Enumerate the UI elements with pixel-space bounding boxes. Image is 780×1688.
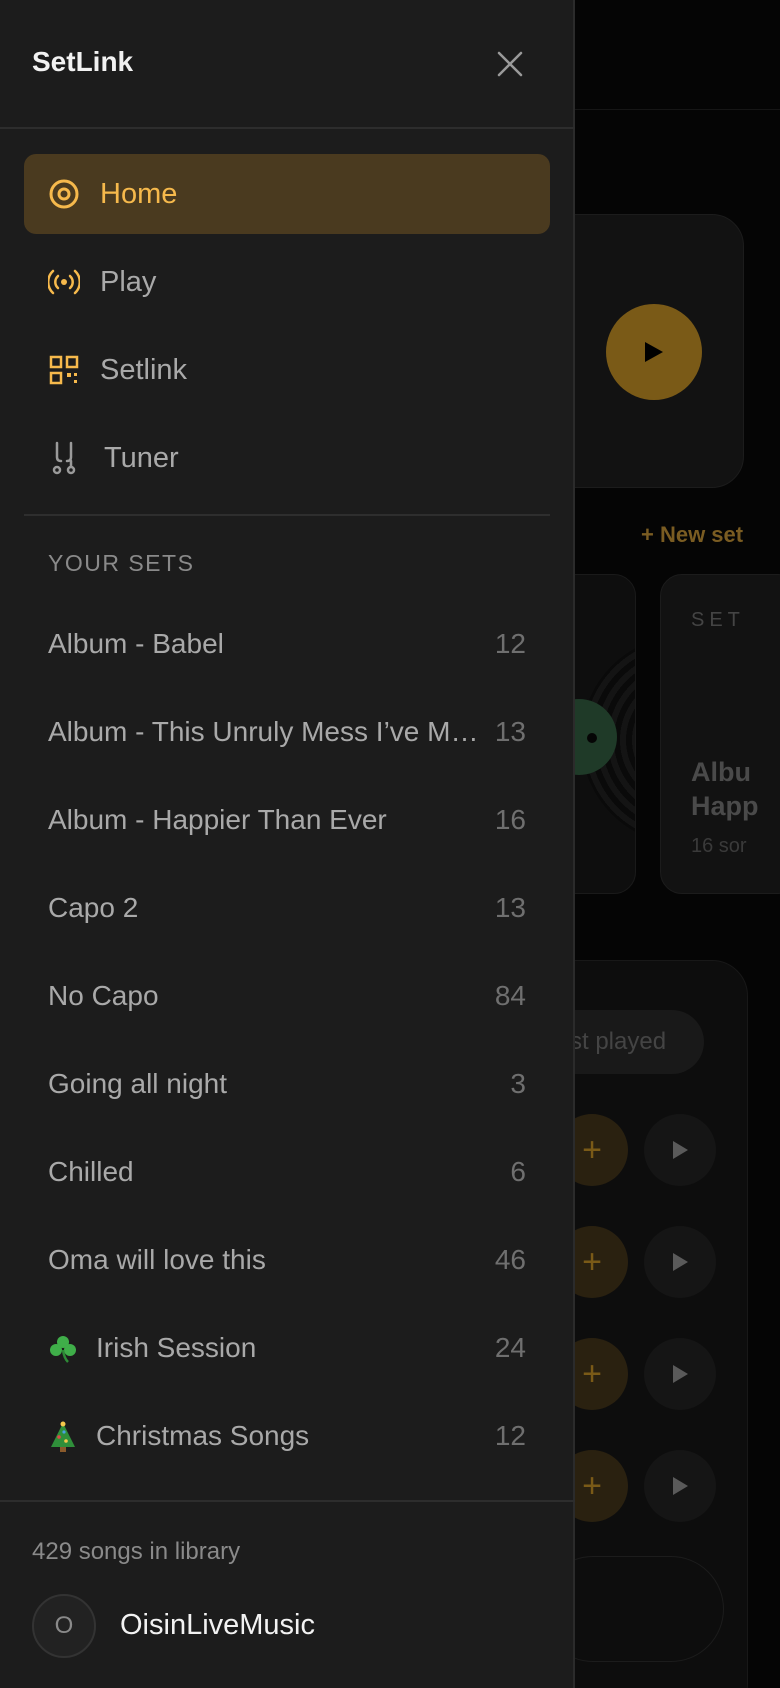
set-song-count: 3 <box>510 1068 526 1099</box>
christmas-tree-icon <box>46 1420 80 1454</box>
bg-play-icon <box>644 1114 716 1186</box>
close-button[interactable] <box>490 44 530 84</box>
set-name: No Capo <box>48 980 159 1011</box>
target-icon <box>46 176 82 212</box>
bg-play-icon <box>644 1226 716 1298</box>
set-name: Album - Happier Than Ever <box>48 804 387 835</box>
nav-item-label: Play <box>100 266 157 298</box>
set-song-count: 46 <box>494 1244 526 1275</box>
set-song-count: 16 <box>494 804 526 835</box>
bg-set-card: SET Albu Happ 16 sor <box>660 574 780 894</box>
set-name: Chilled <box>48 1156 134 1187</box>
set-item[interactable]: Capo 2 13 <box>24 864 550 952</box>
nav-item-tuner[interactable]: Tuner <box>24 418 550 498</box>
set-item[interactable]: Irish Session 24 <box>24 1304 550 1392</box>
set-item[interactable]: Oma will love this 46 <box>24 1216 550 1304</box>
nav-drawer: SetLink Home Play Setlink Tuner YOUR SET… <box>0 0 575 1688</box>
set-item[interactable]: No Capo 84 <box>24 952 550 1040</box>
app-title: SetLink <box>32 46 134 77</box>
bg-set-card-subtitle: 16 sor <box>691 835 747 857</box>
set-song-count: 6 <box>510 1156 526 1187</box>
nav-item-home[interactable]: Home <box>24 154 550 234</box>
bg-set-card-title: Albu Happ <box>691 757 759 821</box>
set-name: Capo 2 <box>48 892 139 923</box>
library-count: 429 songs in library <box>32 1538 241 1565</box>
nav-item-setlink[interactable]: Setlink <box>24 330 550 410</box>
set-item[interactable]: Christmas Songs 12 <box>24 1392 550 1480</box>
shamrock-icon <box>46 1332 80 1366</box>
bg-header-divider <box>575 109 780 110</box>
bg-play-button <box>606 304 702 400</box>
bg-new-set-link: + New set <box>641 522 744 547</box>
set-item[interactable]: Album - Babel 12 <box>24 600 550 688</box>
set-song-count: 84 <box>494 980 526 1011</box>
set-item[interactable]: Chilled 6 <box>24 1128 550 1216</box>
set-name: Oma will love this <box>48 1244 266 1275</box>
drawer-footer: 429 songs in library O OisinLiveMusic <box>0 1500 575 1688</box>
set-name: Album - This Unruly Mess I’ve Made <box>48 716 488 747</box>
your-sets-heading: YOUR SETS <box>48 550 195 576</box>
set-name: Album - Babel <box>48 628 224 659</box>
close-icon <box>497 51 523 77</box>
set-song-count: 13 <box>494 716 526 747</box>
nav-divider <box>24 514 550 516</box>
set-item[interactable]: Album - This Unruly Mess I’ve Made 13 <box>24 688 550 776</box>
nav-item-label: Home <box>100 178 178 210</box>
bg-play-icon <box>644 1450 716 1522</box>
drawer-header: SetLink <box>0 0 575 129</box>
nav-item-label: Tuner <box>104 442 179 474</box>
set-song-count: 12 <box>494 1420 526 1451</box>
username[interactable]: OisinLiveMusic <box>120 1609 315 1642</box>
set-name: Irish Session <box>96 1332 257 1363</box>
set-song-count: 24 <box>494 1332 526 1363</box>
broadcast-icon <box>46 264 82 300</box>
nav-item-label: Setlink <box>100 354 188 386</box>
set-item[interactable]: Going all night 3 <box>24 1040 550 1128</box>
set-item[interactable]: Album - Happier Than Ever 16 <box>24 776 550 864</box>
bg-set-card-label: SET <box>691 609 745 631</box>
nav-item-play[interactable]: Play <box>24 242 550 322</box>
bg-play-icon <box>644 1338 716 1410</box>
set-name: Going all night <box>48 1068 228 1099</box>
vinyl-hole <box>587 733 597 743</box>
set-song-count: 12 <box>494 628 526 659</box>
set-name: Christmas Songs <box>96 1420 310 1451</box>
qr-code-icon <box>46 352 82 388</box>
set-song-count: 13 <box>494 892 526 923</box>
tuning-fork-icon <box>46 440 82 476</box>
play-icon <box>645 342 663 362</box>
avatar[interactable]: O <box>32 1594 96 1658</box>
